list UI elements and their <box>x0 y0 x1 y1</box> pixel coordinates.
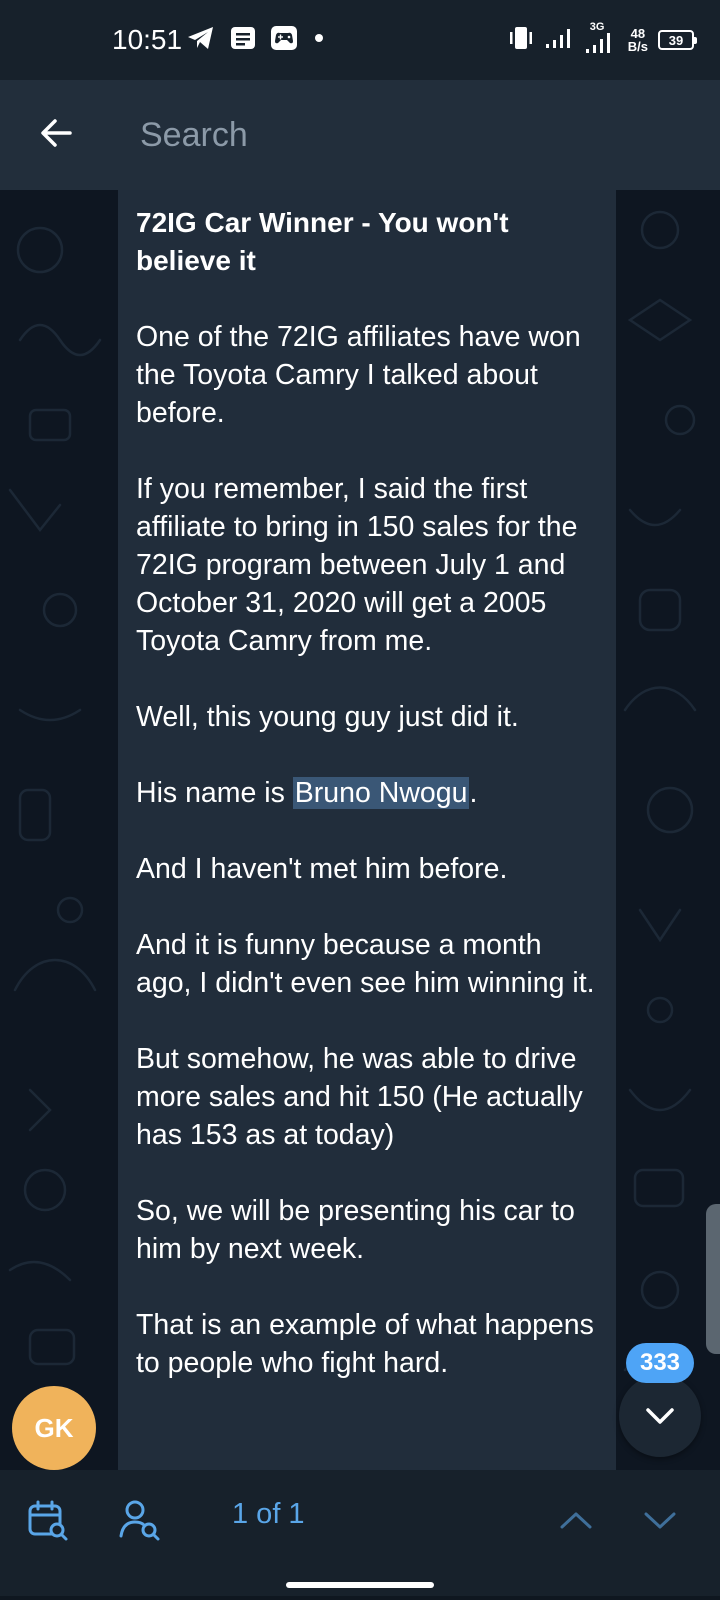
game-controller-icon <box>270 25 298 56</box>
message-paragraph: And it is funny because a month ago, I d… <box>136 929 595 999</box>
message-paragraph: One of the 72IG affiliates have won the … <box>136 321 581 429</box>
search-input[interactable] <box>140 108 680 162</box>
status-time: 10:51 <box>112 24 183 55</box>
chevron-down-icon <box>644 1512 676 1529</box>
news-icon <box>230 25 256 56</box>
message-bubble[interactable]: 72IG Car Winner - You won't believe it O… <box>118 190 616 1470</box>
user-search-icon <box>119 1500 160 1541</box>
status-bar: 10:51 3G 48 B/s 39 <box>0 0 720 80</box>
battery-icon: 39 <box>658 30 697 50</box>
previous-result-button[interactable] <box>546 1470 606 1570</box>
signal-3g-icon: 3G <box>584 21 618 55</box>
unread-count-badge: 333 <box>626 1343 694 1383</box>
message-title: 72IG Car Winner - You won't believe it <box>136 207 509 276</box>
search-by-member-button[interactable] <box>110 1470 170 1570</box>
name-suffix: . <box>469 777 478 809</box>
status-notification-icons <box>186 24 326 56</box>
vibrate-icon <box>508 25 534 56</box>
arrow-left-icon <box>41 119 72 147</box>
chevron-down-icon <box>646 1408 674 1424</box>
name-prefix: His name is <box>136 777 293 809</box>
search-highlight: Bruno Nwogu <box>292 777 470 809</box>
search-result-counter: 1 of 1 <box>232 1498 305 1530</box>
message-paragraph: If you remember, I said the first affili… <box>136 473 578 657</box>
signal-icon <box>544 26 574 55</box>
side-panel-handle[interactable] <box>706 1204 720 1354</box>
network-speed-unit: B/s <box>627 39 648 54</box>
chevron-up-icon <box>560 1512 592 1529</box>
battery-level: 39 <box>668 32 684 48</box>
message-paragraph: But somehow, he was able to drive more s… <box>136 1043 583 1151</box>
back-button[interactable] <box>28 105 84 161</box>
sender-avatar[interactable]: GK <box>12 1386 96 1470</box>
home-gesture-bar[interactable] <box>286 1582 434 1588</box>
telegram-icon <box>186 24 216 57</box>
network-speed: 48 B/s <box>628 27 648 53</box>
search-bottom-bar: 1 of 1 <box>0 1470 720 1596</box>
search-header <box>0 80 720 190</box>
more-notifications-dot <box>312 31 326 50</box>
next-result-button[interactable] <box>630 1470 690 1570</box>
message-paragraph: Well, this young guy just did it. <box>136 701 519 733</box>
message-paragraph: That is an example of what happens to pe… <box>136 1309 594 1379</box>
search-by-date-button[interactable] <box>18 1470 78 1570</box>
message-paragraph-name: His name is Bruno Nwogu. <box>136 774 596 812</box>
message-paragraph: So, we will be presenting his car to him… <box>136 1195 575 1265</box>
status-system-icons: 3G 48 B/s 39 <box>508 21 697 58</box>
calendar-search-icon <box>28 1500 68 1541</box>
chat-background: 72IG Car Winner - You won't believe it O… <box>0 190 720 1470</box>
scroll-to-bottom-button[interactable] <box>619 1375 701 1457</box>
message-paragraph: And I haven't met him before. <box>136 853 508 885</box>
